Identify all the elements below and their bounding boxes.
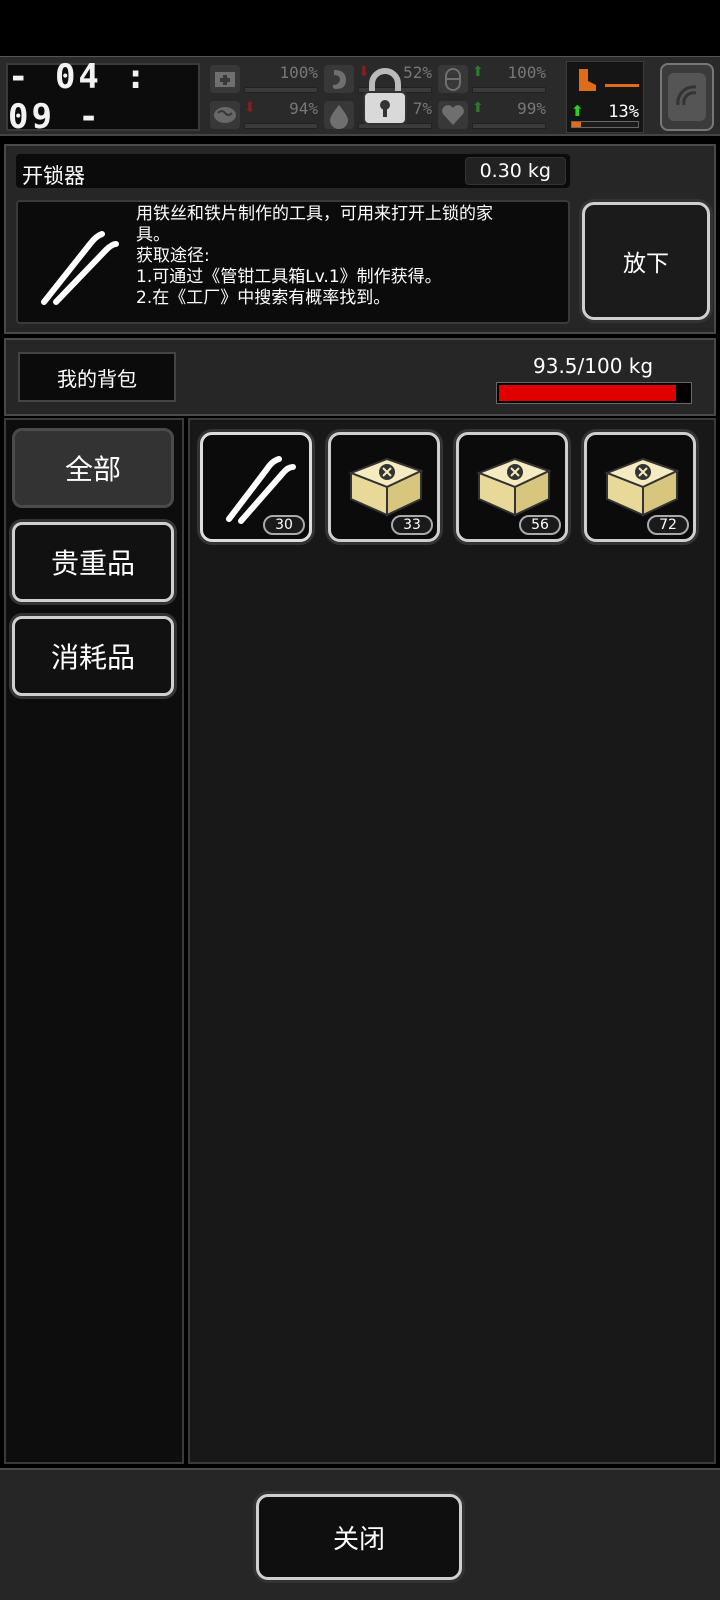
medkit-icon: [210, 65, 240, 93]
stat-mental-value: 94%: [289, 99, 318, 118]
lockpick-icon: [22, 206, 126, 318]
inventory-slot-supply-box[interactable]: 72: [584, 432, 696, 542]
water-drop-icon: [324, 101, 354, 129]
drop-button[interactable]: 放下: [582, 202, 710, 320]
padlock-icon: [360, 68, 410, 126]
category-consumables[interactable]: 消耗品: [12, 616, 174, 696]
boot-icon: [573, 67, 599, 93]
stat-health-value: 100%: [279, 63, 318, 82]
down-arrow-icon: ⬇: [244, 100, 256, 116]
stat-medicine: ⬆ 100%: [438, 63, 550, 95]
stat-health: 100%: [210, 63, 322, 95]
stat-mental: ⬇ 94%: [210, 99, 322, 131]
category-all[interactable]: 全部: [12, 428, 174, 508]
stamina-bar: [571, 121, 639, 128]
stat-mood: ⬆ 99%: [438, 99, 550, 131]
item-weight: 0.30 kg: [464, 157, 566, 185]
capacity-bar: [496, 382, 692, 404]
item-count: 33: [391, 515, 433, 535]
pill-icon: [438, 65, 468, 93]
category-list: 全部 贵重品 消耗品: [4, 418, 184, 1464]
brain-icon: [210, 101, 240, 129]
category-valuables[interactable]: 贵重品: [12, 522, 174, 602]
radar-button[interactable]: [660, 63, 714, 131]
stat-thirst-value: 7%: [412, 99, 432, 118]
item-name: 开锁器: [22, 164, 85, 188]
radar-icon: [668, 73, 706, 121]
stamina-value: 13%: [608, 102, 639, 122]
up-arrow-icon: ⬆: [571, 102, 584, 120]
backpack-tab[interactable]: 我的背包: [18, 352, 176, 402]
close-button[interactable]: 关闭: [256, 1494, 462, 1580]
item-description-box: 用铁丝和铁片制作的工具，可用来打开上锁的家 具。 获取途径: 1.可通过《管钳工…: [16, 200, 570, 324]
item-description: 用铁丝和铁片制作的工具，可用来打开上锁的家 具。 获取途径: 1.可通过《管钳工…: [136, 204, 493, 308]
item-count: 56: [519, 515, 561, 535]
up-arrow-icon: ⬆: [472, 64, 484, 80]
backpack-weight: 93.5/100 kg: [533, 354, 654, 378]
game-clock: - 04 : 09 -: [6, 57, 200, 137]
inventory-slot-lockpick[interactable]: 30: [200, 432, 312, 542]
stamina-panel: ⬆ 13%: [566, 61, 644, 133]
stat-mood-value: 99%: [517, 99, 546, 118]
item-detail-panel: 开锁器 0.30 kg 用铁丝和铁片制作的工具，可用来打开上锁的家 具。 获取途…: [4, 144, 716, 334]
item-title-bar: 开锁器 0.30 kg: [16, 154, 570, 188]
item-count: 72: [647, 515, 689, 535]
stat-medicine-value: 100%: [507, 63, 546, 82]
inventory-grid: 30 33 56 72: [188, 418, 716, 1464]
footer-bar: 关闭: [0, 1468, 720, 1600]
backpack-header: 我的背包 93.5/100 kg: [4, 338, 716, 416]
stomach-icon: [324, 65, 354, 93]
heart-icon: [438, 101, 468, 129]
item-count: 30: [263, 515, 305, 535]
inventory-slot-supply-box[interactable]: 56: [456, 432, 568, 542]
up-arrow-icon: ⬆: [472, 100, 484, 116]
inventory-slot-supply-box[interactable]: 33: [328, 432, 440, 542]
